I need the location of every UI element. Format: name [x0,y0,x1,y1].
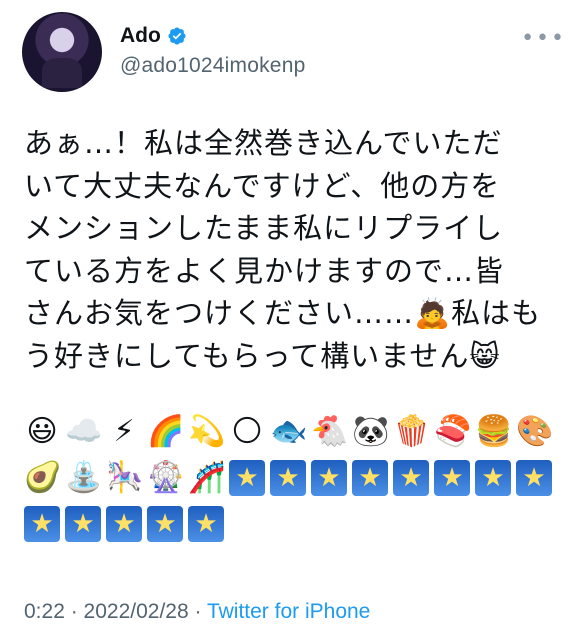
emoji: 🐔 [311,414,349,449]
emoji: 🌈 [147,414,185,449]
tweet-line: いて大丈夫なんですけど、他の方を [24,168,501,203]
emoji: 🎨 [516,414,554,449]
tweet-line: あぁ…！私は全然巻き込んでいただ [24,126,503,160]
shooting-star-emoji [270,460,306,496]
shooting-star-emoji [516,460,552,496]
emoji-row: 🥑 ⛲ 🎠 🎡 🎢 [24,460,564,500]
emoji: 🍣 [434,414,472,449]
tweet-header: Ado @ado1024imokenp ••• [22,12,566,92]
emoji: 😃 [26,414,58,449]
shooting-star-emoji [475,460,511,496]
tweet-line: さんお気をつけください……🙇私はも [24,296,542,330]
tweet-line: ている方をよく見かけますので…皆 [24,253,505,288]
emoji: ⚡ [113,414,135,449]
emoji: 🎠 [106,460,144,495]
emoji-row [24,506,564,546]
tweet-line: メンションしたまま私にリプライし [24,211,504,245]
tweet-source-link[interactable]: Twitter for iPhone [207,600,370,623]
tweet-date[interactable]: 2022/02/28 [84,600,189,623]
emoji: 🐟 [270,414,308,449]
emoji: 🍔 [475,414,513,449]
more-horizontal-icon[interactable]: ••• [521,26,566,51]
emoji-row: 😃 ☁️ ⚡ 🌈 💫 🌕 🐟 🐔 🐼 🍿 🍣 🍔 🎨 [24,414,564,454]
tweet-text: あぁ…！私は全然巻き込んでいただ いて大丈夫なんですけど、他の方を メンションし… [24,122,564,377]
emoji: 🥑 [24,460,62,495]
verified-badge-icon [168,27,186,45]
shooting-star-emoji [434,460,470,496]
emoji: 🍿 [393,414,431,449]
meta-separator: · [188,600,207,623]
emoji: 🎢 [188,460,226,495]
tweet-meta: 0:22 · 2022/02/28 · Twitter for iPhone [24,600,370,624]
emoji: 🐼 [352,414,390,449]
shooting-star-emoji [65,506,101,542]
shooting-star-emoji [229,460,265,496]
avatar[interactable] [22,12,102,92]
emoji: 🎡 [147,460,185,495]
shooting-star-emoji [106,506,142,542]
shooting-star-emoji [188,506,224,542]
emoji: 🌕 [231,414,263,449]
emoji: ⛲ [65,460,103,495]
shooting-star-emoji [147,506,183,542]
emoji-grid: 😃 ☁️ ⚡ 🌈 💫 🌕 🐟 🐔 🐼 🍿 🍣 🍔 🎨 🥑 ⛲ 🎠 🎡 🎢 [24,414,564,552]
shooting-star-emoji [24,506,60,542]
name-row: Ado [120,24,187,48]
meta-separator: · [64,600,84,623]
shooting-star-emoji [311,460,347,496]
emoji: 💫 [188,414,226,449]
shooting-star-emoji [393,460,429,496]
tweet-time[interactable]: 0:22 [24,600,65,623]
tweet-line: う好きにしてもらって構いません😸 [24,338,501,373]
display-name[interactable]: Ado [120,24,161,48]
user-handle[interactable]: @ado1024imokenp [120,54,305,78]
emoji: ☁️ [65,414,103,449]
shooting-star-emoji [352,460,388,496]
